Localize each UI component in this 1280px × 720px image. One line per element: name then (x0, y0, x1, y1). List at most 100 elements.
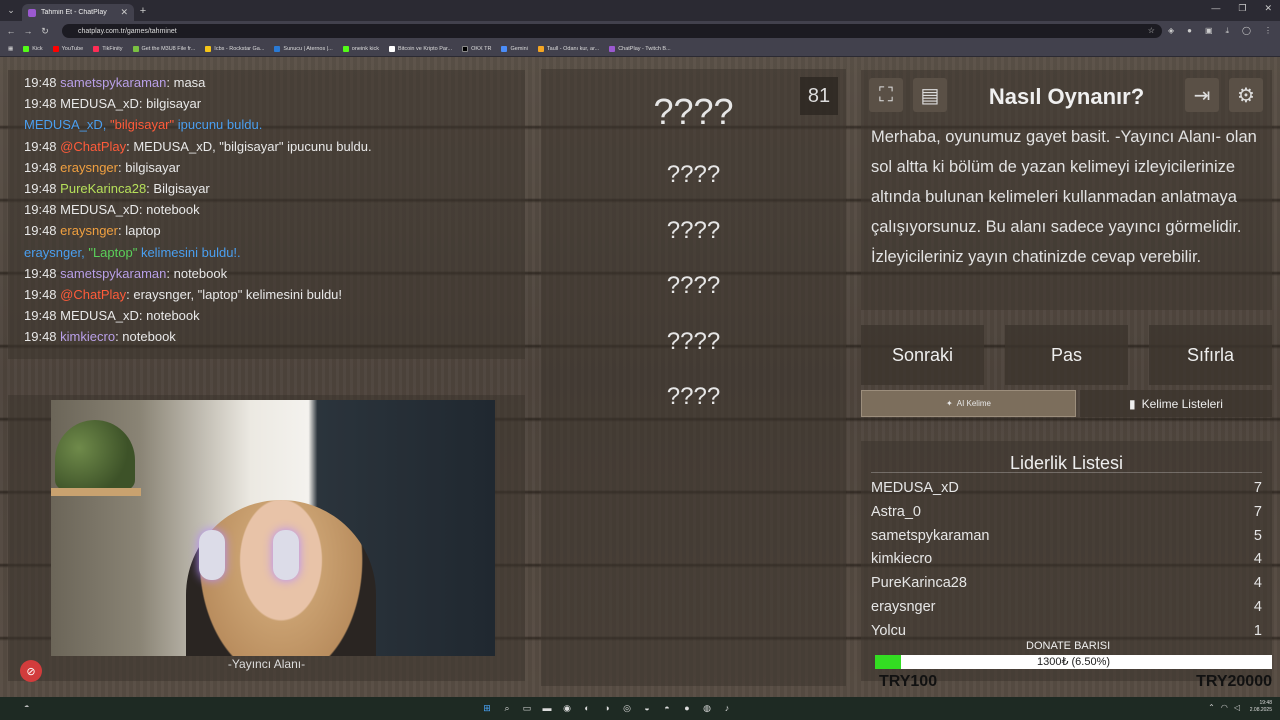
taskview-icon[interactable]: ▭ (520, 701, 534, 715)
wifi-icon[interactable]: ◠ (1221, 703, 1228, 712)
donate-min: TRY100 (879, 673, 938, 690)
ai-word-button[interactable]: ✦ AI Kelime (861, 390, 1076, 417)
close-tab-icon[interactable]: ✕ (120, 7, 128, 18)
chat-username[interactable]: @ChatPlay (60, 287, 126, 302)
navigation-bar: ← → ↻ chatplay.com.tr/games/tahminet ☆ ◈… (0, 21, 1280, 41)
tiktok-icon[interactable]: ♪ (720, 701, 734, 715)
discord-icon[interactable]: ◎ (620, 701, 634, 715)
browser-tab[interactable]: Tahmin Et - ChatPlay ✕ (22, 4, 134, 21)
chrome-icon[interactable]: ◉ (560, 701, 574, 715)
chat-message: 19:48 MEDUSA_xD: notebook (24, 199, 509, 220)
forward-icon[interactable]: → (22, 26, 34, 36)
tab-list-icon[interactable]: ⌄ (0, 0, 22, 21)
tray-up-icon[interactable]: ⌃ (1208, 703, 1215, 712)
headset-left-image (199, 530, 225, 580)
streamer-area: -Yayıncı Alanı- ⊘ (8, 395, 525, 682)
profile-avatar-icon[interactable]: ◯ (1242, 26, 1251, 36)
app-icon[interactable]: ◒ (640, 701, 654, 715)
file-explorer-icon[interactable]: ▬ (540, 701, 554, 715)
chat-username[interactable]: eraysnger (60, 223, 118, 238)
chat-username[interactable]: MEDUSA_xD (60, 308, 139, 323)
word-lists-button[interactable]: ▮ Kelime Listeleri (1080, 390, 1272, 417)
list-icon: ▮ (1129, 396, 1136, 411)
apps-icon[interactable]: ▦ (8, 46, 13, 52)
menu-icon[interactable]: ⋮ (1264, 26, 1272, 36)
extension-icon[interactable]: ◈ (1168, 26, 1174, 36)
chat-message: 19:48 MEDUSA_xD: bilgisayar (24, 93, 509, 114)
chat-username[interactable]: kimkiecro (60, 329, 115, 344)
chat-time: 19:48 (24, 75, 57, 90)
bookmark-item[interactable]: oneink kick (342, 45, 379, 52)
bookmark-item[interactable]: TikFinity (93, 45, 123, 52)
app-icon[interactable]: ◑ (600, 701, 614, 715)
chat-time: 19:48 (24, 181, 57, 197)
back-icon[interactable]: ← (5, 26, 17, 36)
bookmark-item[interactable]: ChatPlay - Twitch B... (609, 45, 671, 52)
extension-icon-2[interactable]: ● (1187, 26, 1192, 36)
chat-message: 19:48 kimkiecro: notebook (24, 326, 509, 347)
player-score: 4 (1253, 598, 1262, 615)
bookmark-item[interactable]: Sunucu | Aternos |... (274, 45, 333, 52)
chat-username[interactable]: sametspykaraman (60, 75, 166, 90)
browser-tab-bar: ⌄ Tahmin Et - ChatPlay ✕ + — ❐ ✕ (0, 0, 1280, 21)
leaderboard-row: kimkiecro 4 (871, 548, 1262, 572)
reset-button[interactable]: Sıfırla (1149, 325, 1272, 385)
chat-username[interactable]: PureKarinca28 (60, 181, 146, 196)
chat-username[interactable]: @ChatPlay (60, 139, 126, 154)
clock-time: 19:48 (1259, 700, 1272, 706)
minimize-icon[interactable]: — (1211, 3, 1220, 14)
record-icon[interactable]: ⊘ (20, 660, 42, 682)
app-icon[interactable]: ◓ (660, 701, 674, 715)
chat-panel: 19:48 sametspykaraman: masa 19:48 MEDUSA_… (8, 70, 525, 359)
close-window-icon[interactable]: ✕ (1264, 3, 1272, 14)
chat-username[interactable]: MEDUSA_xD (60, 96, 139, 111)
chat-text: : masa (166, 75, 206, 90)
maximize-icon[interactable]: ❐ (1238, 3, 1246, 14)
pass-button[interactable]: Pas (1005, 325, 1128, 385)
puzzle-icon[interactable]: ▣ (1205, 26, 1213, 36)
logout-icon[interactable]: ⇥ (1185, 78, 1219, 112)
chat-username[interactable]: sametspykaraman (60, 266, 166, 281)
bookmark-item[interactable]: Gemini (501, 45, 528, 52)
reload-icon[interactable]: ↻ (39, 26, 51, 37)
chat-username[interactable]: eraysnger (60, 160, 118, 175)
chat-time: 19:48 (24, 287, 57, 303)
address-bar[interactable]: chatplay.com.tr/games/tahminet (62, 24, 1162, 38)
volume-icon[interactable]: ◁ (1234, 703, 1240, 712)
app-icon[interactable]: ◐ (580, 701, 594, 715)
bookmark-item[interactable]: Bitcoin ve Kripto Par... (388, 45, 452, 52)
clock-date: 2.08.2025 (1249, 707, 1272, 713)
player-name: kimkiecro (871, 551, 933, 568)
weather-widget[interactable]: ☁ (24, 703, 29, 709)
bookmark-item[interactable]: Kick (23, 45, 43, 52)
bookmark-item[interactable]: Icbs - Rockstar Ga... (205, 45, 264, 52)
ai-word-label: AI Kelime (956, 399, 991, 408)
system-text: kelimesini buldu!. (137, 244, 241, 260)
how-to-play-panel: ⛶ ▤ Nasıl Oynanır? ⇥ ⚙ Merhaba, oyunumuz… (861, 70, 1272, 310)
bookmark-item[interactable]: YouTube (52, 45, 83, 52)
chat-text: : notebook (138, 202, 200, 218)
start-icon[interactable]: ⊞ (480, 701, 494, 715)
chat-text: : bilgisayar (117, 159, 181, 175)
window-controls: — ❐ ✕ (1211, 3, 1272, 14)
chat-text: : notebook (138, 308, 200, 324)
next-button[interactable]: Sonraki (861, 325, 984, 385)
chat-username[interactable]: MEDUSA_xD (60, 202, 139, 217)
hint-word: ???? (666, 272, 721, 299)
search-icon[interactable]: ⌕ (500, 701, 514, 715)
bookmark-item[interactable]: Taull - Odanı kur, ar... (537, 45, 599, 52)
steam-icon[interactable]: ◍ (700, 701, 714, 715)
chat-text: : laptop (117, 223, 161, 239)
new-tab-button[interactable]: + (134, 5, 152, 17)
bookmark-item[interactable]: OKX TR (462, 45, 491, 52)
chat-text: : bilgisayar (138, 96, 202, 112)
clock[interactable]: 19:48 2.08.2025 (1250, 700, 1272, 714)
obs-icon[interactable]: ● (680, 701, 694, 715)
bookmark-star-icon[interactable]: ☆ (1148, 26, 1155, 36)
downloads-icon[interactable]: ⤓ (1226, 26, 1230, 36)
player-name: PureKarinca28 (871, 575, 967, 592)
player-score: 7 (1253, 480, 1262, 496)
settings-gear-icon[interactable]: ⚙ (1229, 78, 1263, 112)
chat-time: 19:48 (24, 96, 57, 112)
bookmark-item[interactable]: Get the M3U8 File fr... (132, 45, 195, 52)
